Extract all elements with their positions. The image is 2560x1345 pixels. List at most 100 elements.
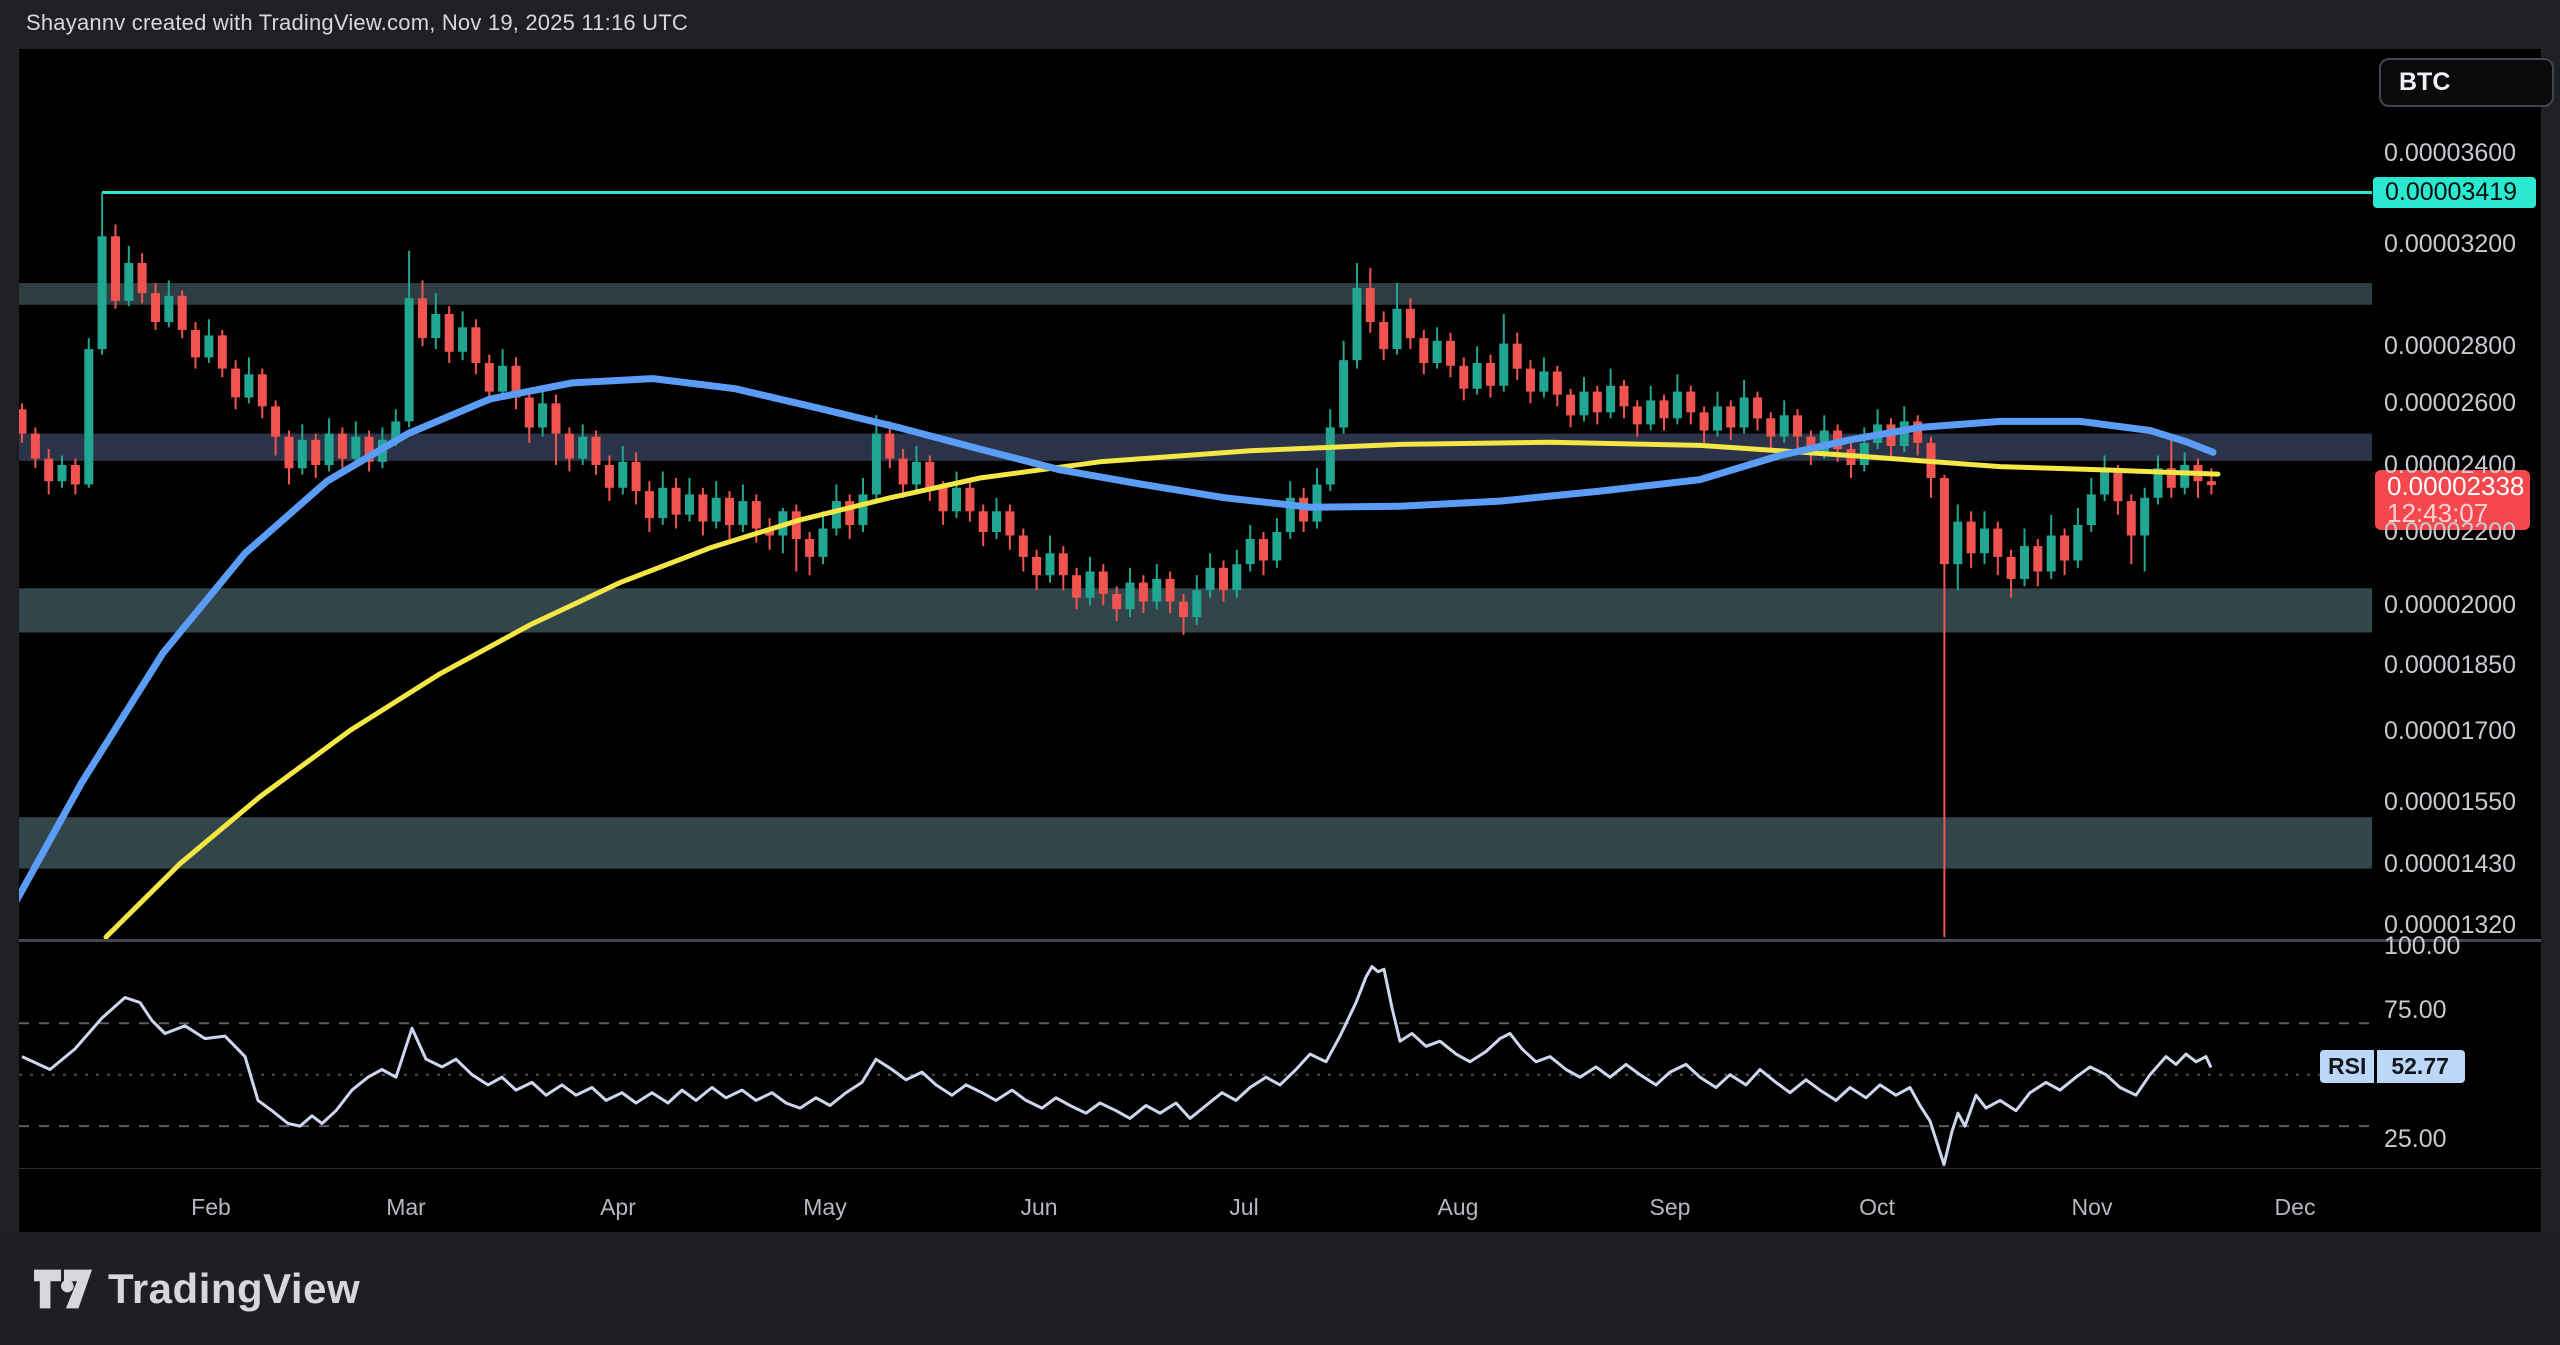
candle-body bbox=[698, 494, 707, 521]
price-scale[interactable]: BTC 0.00003419 0.00002338 12:43:07 0.000… bbox=[2372, 49, 2541, 1168]
candle-body bbox=[725, 498, 734, 525]
candle-body bbox=[71, 465, 80, 485]
candle-body bbox=[885, 434, 894, 459]
candle-body bbox=[1005, 511, 1014, 535]
candle-body bbox=[1112, 594, 1121, 609]
candle-body bbox=[2073, 525, 2082, 561]
candle-body bbox=[1206, 568, 1215, 590]
rsi-line bbox=[22, 967, 2211, 1165]
price-tick-label: 0.00003200 bbox=[2384, 230, 2516, 259]
candle-body bbox=[1766, 418, 1775, 436]
month-label-oct: Oct bbox=[1837, 1194, 1917, 1221]
candle-body bbox=[19, 409, 27, 433]
month-label-nov: Nov bbox=[2052, 1194, 2132, 1221]
month-label-sep: Sep bbox=[1630, 1194, 1710, 1221]
candle-body bbox=[1499, 344, 1508, 386]
candle-body bbox=[605, 465, 614, 488]
candle-body bbox=[31, 434, 40, 459]
candle-body bbox=[204, 335, 213, 357]
candle-body bbox=[965, 488, 974, 512]
candle-body bbox=[1993, 529, 2002, 557]
candle-body bbox=[2047, 536, 2056, 572]
tradingview-logo[interactable]: TradingView bbox=[34, 1265, 360, 1313]
candle-body bbox=[925, 462, 934, 488]
candle-body bbox=[84, 349, 93, 484]
candle-body bbox=[1660, 400, 1669, 418]
candle-body bbox=[258, 374, 267, 406]
candle-body bbox=[1553, 372, 1562, 395]
candle-body bbox=[2140, 498, 2149, 536]
candle-body bbox=[1633, 406, 1642, 424]
candle-body bbox=[271, 406, 280, 436]
candle-body bbox=[618, 462, 627, 488]
candle-body bbox=[1940, 478, 1949, 564]
candle-body bbox=[578, 437, 587, 459]
candle-body bbox=[1086, 572, 1095, 598]
candle-body bbox=[1192, 590, 1201, 617]
rsi-pane[interactable] bbox=[19, 942, 2372, 1168]
chart-frame[interactable]: BTC 0.00003419 0.00002338 12:43:07 0.000… bbox=[19, 49, 2541, 1232]
month-label-jul: Jul bbox=[1204, 1194, 1284, 1221]
candle-body bbox=[1032, 557, 1041, 575]
candle-body bbox=[44, 459, 53, 482]
candle-body bbox=[1126, 583, 1135, 610]
high-price-label: 0.00003419 bbox=[2373, 177, 2536, 208]
price-tick-label: 0.00002200 bbox=[2384, 518, 2516, 547]
candle-body bbox=[351, 437, 360, 459]
candle-body bbox=[1232, 564, 1241, 590]
candle-body bbox=[1366, 288, 1375, 322]
candle-body bbox=[418, 298, 427, 338]
candle-body bbox=[939, 488, 948, 512]
price-pane[interactable] bbox=[19, 49, 2372, 939]
candle-body bbox=[1059, 553, 1068, 575]
symbol-badge[interactable]: BTC bbox=[2379, 58, 2554, 107]
candle-body bbox=[1072, 575, 1081, 598]
candle-body bbox=[1513, 344, 1522, 369]
candle-body bbox=[498, 366, 507, 392]
candle-body bbox=[405, 298, 414, 421]
candle-body bbox=[1179, 602, 1188, 618]
candle-body bbox=[1740, 398, 1749, 428]
candle-body bbox=[445, 314, 454, 352]
candle-body bbox=[311, 440, 320, 465]
candle-body bbox=[899, 459, 908, 485]
candle-body bbox=[538, 403, 547, 427]
candle-body bbox=[1446, 341, 1455, 366]
candle-body bbox=[231, 369, 240, 398]
candle-body bbox=[2127, 501, 2136, 535]
candle-body bbox=[792, 511, 801, 539]
candle-body bbox=[1272, 532, 1281, 561]
candle-body bbox=[338, 434, 347, 459]
rsi-tick-label: 25.00 bbox=[2384, 1125, 2447, 1154]
candle-body bbox=[1726, 406, 1735, 427]
pane-divider[interactable] bbox=[19, 939, 2541, 942]
candle-body bbox=[485, 363, 494, 392]
candle-body bbox=[912, 462, 921, 485]
time-scale[interactable]: FebMarAprMayJunJulAugSepOctNovDec bbox=[19, 1169, 2541, 1232]
tradingview-screenshot: Shayannv created with TradingView.com, N… bbox=[0, 0, 2560, 1345]
candle-body bbox=[685, 494, 694, 514]
candle-body bbox=[1433, 341, 1442, 363]
candle-body bbox=[1019, 536, 1028, 557]
month-label-dec: Dec bbox=[2255, 1194, 2335, 1221]
candle-body bbox=[752, 501, 761, 528]
candle-body bbox=[1419, 338, 1428, 363]
candle-body bbox=[458, 327, 467, 352]
candle-body bbox=[592, 437, 601, 465]
candle-body bbox=[1566, 395, 1575, 416]
candle-body bbox=[124, 263, 133, 301]
month-label-may: May bbox=[785, 1194, 865, 1221]
candle-body bbox=[979, 511, 988, 532]
candle-body bbox=[1099, 572, 1108, 594]
candle-body bbox=[712, 498, 721, 522]
candle-body bbox=[1606, 386, 1615, 413]
candle-body bbox=[992, 511, 1001, 532]
candle-body bbox=[1967, 522, 1976, 554]
month-label-mar: Mar bbox=[366, 1194, 446, 1221]
rsi-value-label: 52.77 bbox=[2377, 1050, 2465, 1083]
candle-body bbox=[1219, 568, 1228, 590]
candle-body bbox=[2007, 557, 2016, 579]
candle-body bbox=[859, 494, 868, 525]
candle-body bbox=[1793, 415, 1802, 436]
candle-body bbox=[1620, 386, 1629, 407]
